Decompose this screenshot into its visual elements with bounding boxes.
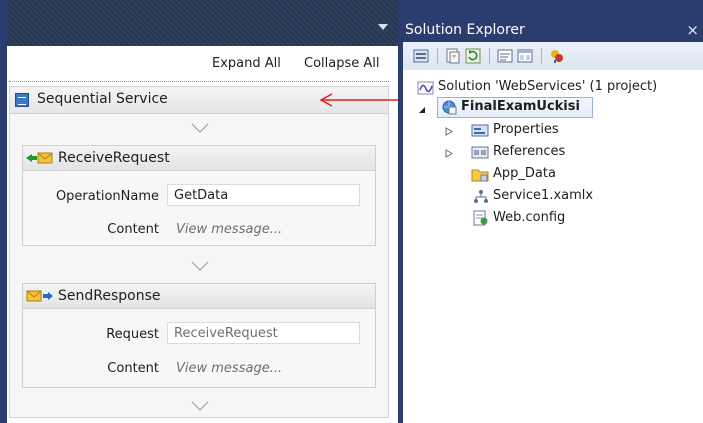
view-class-diagram-icon[interactable] [549, 48, 565, 64]
solution-icon [417, 80, 435, 100]
content-view-message-link[interactable]: View message... [176, 361, 282, 376]
collapsed-triangle-icon[interactable] [445, 147, 453, 162]
solution-explorer-toolbar [403, 42, 703, 70]
operation-name-label: OperationName [55, 189, 159, 204]
designer-title-bar [7, 0, 398, 46]
collapse-all-link[interactable]: Collapse All [304, 56, 380, 71]
tree-item-label: Service1.xamlx [493, 188, 594, 203]
panel-title: Solution Explorer [405, 22, 525, 38]
tree-item-label: References [493, 144, 566, 159]
receive-request-title: ReceiveRequest [58, 150, 170, 166]
send-icon [26, 289, 54, 307]
expanded-triangle-icon[interactable] [418, 103, 426, 118]
close-icon[interactable]: × [686, 21, 699, 39]
dropdown-arrow-icon[interactable] [378, 24, 388, 30]
receive-request-header[interactable]: ReceiveRequest [23, 146, 375, 171]
toolbar-separator [437, 48, 438, 64]
send-response-title: SendResponse [58, 288, 161, 304]
toolbar-separator [541, 48, 542, 64]
annotation-arrow-icon [318, 93, 398, 111]
content-label: Content [107, 222, 159, 237]
expand-all-link[interactable]: Expand All [212, 56, 281, 71]
refresh-icon[interactable] [465, 48, 481, 64]
content-label: Content [107, 361, 159, 376]
send-response-header[interactable]: SendResponse [23, 284, 375, 309]
divider [9, 81, 389, 82]
sequence-title: Sequential Service [37, 91, 168, 107]
tree-item-label: App_Data [493, 166, 556, 181]
receive-icon [26, 151, 54, 169]
sequence-activity[interactable]: Sequential Service ReceiveRequest Operat… [9, 86, 389, 418]
tree-item-label: Solution 'WebServices' (1 project) [438, 79, 658, 94]
xamlx-icon [473, 189, 489, 208]
project-icon [441, 99, 457, 119]
view-code-icon[interactable] [497, 48, 513, 64]
view-designer-icon[interactable] [517, 48, 533, 64]
show-all-files-icon[interactable] [445, 48, 461, 64]
collapsed-triangle-icon[interactable] [445, 125, 453, 140]
request-field[interactable]: ReceiveRequest [167, 322, 360, 344]
references-icon [471, 145, 489, 163]
properties-toolbar-icon[interactable] [413, 48, 429, 64]
designer-left-border [0, 0, 7, 423]
drop-target-chevron[interactable] [191, 260, 209, 275]
operation-name-field[interactable]: GetData [167, 184, 360, 206]
sequence-icon [15, 93, 29, 107]
send-response-activity[interactable]: SendResponse Request ReceiveRequest Cont… [22, 283, 376, 388]
tree-item-label: Properties [493, 122, 559, 137]
designer-toolstrip: Expand All Collapse All [7, 46, 398, 80]
config-icon [472, 210, 489, 230]
folder-icon [471, 167, 489, 186]
request-label: Request [106, 327, 159, 342]
solution-tree: Solution 'WebServices' (1 project) Final… [403, 70, 703, 423]
tree-item-label: FinalExamUckisi [461, 99, 580, 114]
workflow-designer: Expand All Collapse All Sequential Servi… [0, 0, 398, 423]
solution-explorer-panel: Solution Explorer × Solution 'WebService… [398, 0, 703, 423]
toolbar-separator [489, 48, 490, 64]
receive-request-activity[interactable]: ReceiveRequest OperationName GetData Con… [22, 145, 376, 246]
tree-item-label: Web.config [493, 210, 566, 225]
properties-icon [471, 123, 489, 141]
content-view-message-link[interactable]: View message... [176, 222, 282, 237]
drop-target-chevron[interactable] [191, 122, 209, 137]
drop-target-chevron[interactable] [191, 400, 209, 415]
